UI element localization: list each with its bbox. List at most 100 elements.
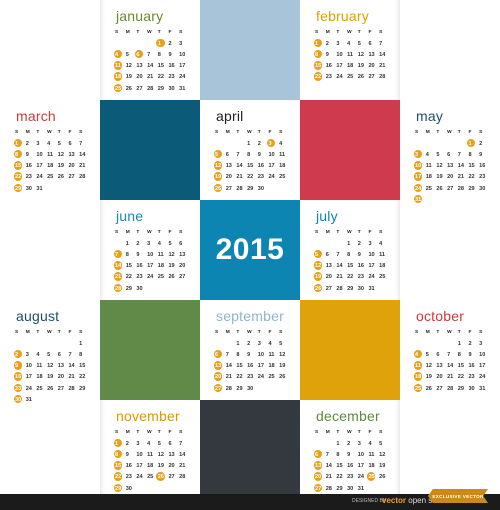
day-cell: 16 (25, 163, 32, 170)
week-row: 22 23 24 25 26 27 28 (313, 72, 390, 83)
year-tile: 2015 (200, 200, 300, 300)
weekday-label: S (279, 329, 283, 335)
day-cell: 28 (79, 174, 86, 181)
highlighted-day: 13 (215, 363, 222, 370)
weekday-label: S (415, 129, 419, 135)
day-cell: 6 (68, 140, 72, 147)
weekday-header-row: SMTWTFS (215, 327, 290, 338)
day-cell: 21 (225, 374, 232, 381)
day-cell: 20 (213, 372, 226, 381)
day-cell: 16 (168, 63, 175, 70)
day-cell: 4 (368, 440, 372, 447)
weekday-label: T (157, 429, 161, 435)
day-cell: 31 (368, 285, 375, 292)
weekday-label: S (379, 429, 383, 435)
week-row: 6 7 8 9 10 11 12 (313, 449, 390, 460)
day-cell: 1 (13, 138, 26, 148)
day-cell: 16 (136, 263, 143, 270)
day-cell: 26 (213, 183, 226, 193)
day-cell: 9 (125, 451, 129, 458)
week-row: 1 (15, 338, 90, 349)
day-cell: 23 (247, 374, 254, 381)
day-cell: 20 (368, 63, 375, 70)
month-name: october (416, 308, 465, 324)
day-cell: 28 (336, 285, 343, 292)
day-cell: 16 (247, 363, 254, 370)
weekday-label: T (357, 429, 361, 435)
day-cell: 14 (225, 363, 232, 370)
day-cell: 22 (336, 474, 343, 481)
week-row: 18 19 20 21 22 23 24 (413, 372, 490, 383)
weekday-header-row: SMTWTFS (115, 227, 190, 238)
highlighted-day: 1 (468, 140, 472, 147)
weekday-header-row: SMTWTFS (215, 127, 290, 138)
highlighted-day: 20 (315, 474, 322, 481)
day-cell: 2 (247, 340, 251, 347)
day-cell: 5 (47, 351, 51, 358)
day-cell: 5 (425, 351, 429, 358)
weekday-label: T (436, 329, 440, 335)
highlighted-day: 1 (115, 440, 119, 447)
weekday-label: T (257, 329, 261, 335)
day-cell: 10 (479, 351, 486, 358)
day-cell: 21 (325, 474, 332, 481)
day-cell: 29 (247, 185, 254, 192)
highlighted-day: 26 (157, 474, 164, 481)
day-cell: 12 (436, 163, 443, 170)
day-cell: 23 (257, 174, 264, 181)
highlighted-day: 29 (15, 185, 22, 192)
highlighted-day: 31 (415, 196, 422, 203)
weekday-label: F (168, 29, 172, 35)
month-january: january S M T W T F S 1 2 3 4 5 6 7 8 9 10 11 12 13 14 15 16 17 1… (100, 0, 200, 100)
day-cell: 10 (147, 251, 154, 258)
day-cell: 4 (147, 440, 151, 447)
weekday-label: M (325, 29, 330, 35)
week-row: 14 15 16 17 18 19 20 (113, 261, 190, 272)
weekday-label: M (425, 329, 430, 335)
weekday-label: T (136, 229, 140, 235)
weekday-label: M (325, 229, 330, 235)
day-cell: 27 (168, 474, 175, 481)
day-cell: 29 (157, 85, 164, 92)
day-cell: 11 (368, 451, 375, 458)
day-cell: 17 (147, 263, 154, 270)
day-cell: 22 (236, 374, 243, 381)
day-cell: 3 (25, 351, 29, 358)
day-cell: 26 (313, 283, 326, 293)
month-name: january (116, 8, 164, 24)
day-cell: 31 (479, 385, 486, 392)
day-cell: 13 (368, 51, 375, 58)
day-cell: 15 (313, 61, 326, 70)
week-row: 25 26 27 28 29 30 31 (113, 83, 190, 94)
day-cell: 16 (125, 463, 132, 470)
week-row: 17 18 19 20 21 22 23 (413, 172, 490, 183)
highlighted-day: 15 (15, 163, 22, 170)
day-cell: 26 (357, 74, 364, 81)
day-cell: 22 (468, 174, 475, 181)
day-cell: 19 (47, 374, 54, 381)
day-cell: 22 (347, 274, 354, 281)
day-cell: 12 (425, 363, 432, 370)
day-cell: 10 (357, 451, 364, 458)
day-cell: 6 (168, 440, 172, 447)
weekday-label: F (368, 29, 372, 35)
weekday-label: S (215, 329, 219, 335)
day-cell: 11 (347, 51, 353, 58)
day-cell: 14 (457, 163, 464, 170)
day-cell: 2 (125, 440, 129, 447)
day-cell: 16 (257, 163, 264, 170)
day-cell: 18 (368, 463, 375, 470)
weekday-label: S (315, 229, 319, 235)
weekday-label: T (457, 129, 461, 135)
week-row: 27 28 29 30 31 (313, 483, 390, 494)
highlighted-day: 18 (115, 74, 122, 81)
day-cell: 28 (447, 385, 454, 392)
month-name: september (216, 308, 284, 324)
day-cell: 8 (157, 51, 161, 58)
highlighted-day: 15 (315, 63, 322, 70)
day-cell: 6 (179, 240, 183, 247)
day-cell: 10 (257, 351, 264, 358)
day-cell: 8 (13, 149, 26, 159)
week-row: 23 24 25 26 27 28 29 (13, 383, 90, 394)
day-cell: 17 (36, 163, 43, 170)
